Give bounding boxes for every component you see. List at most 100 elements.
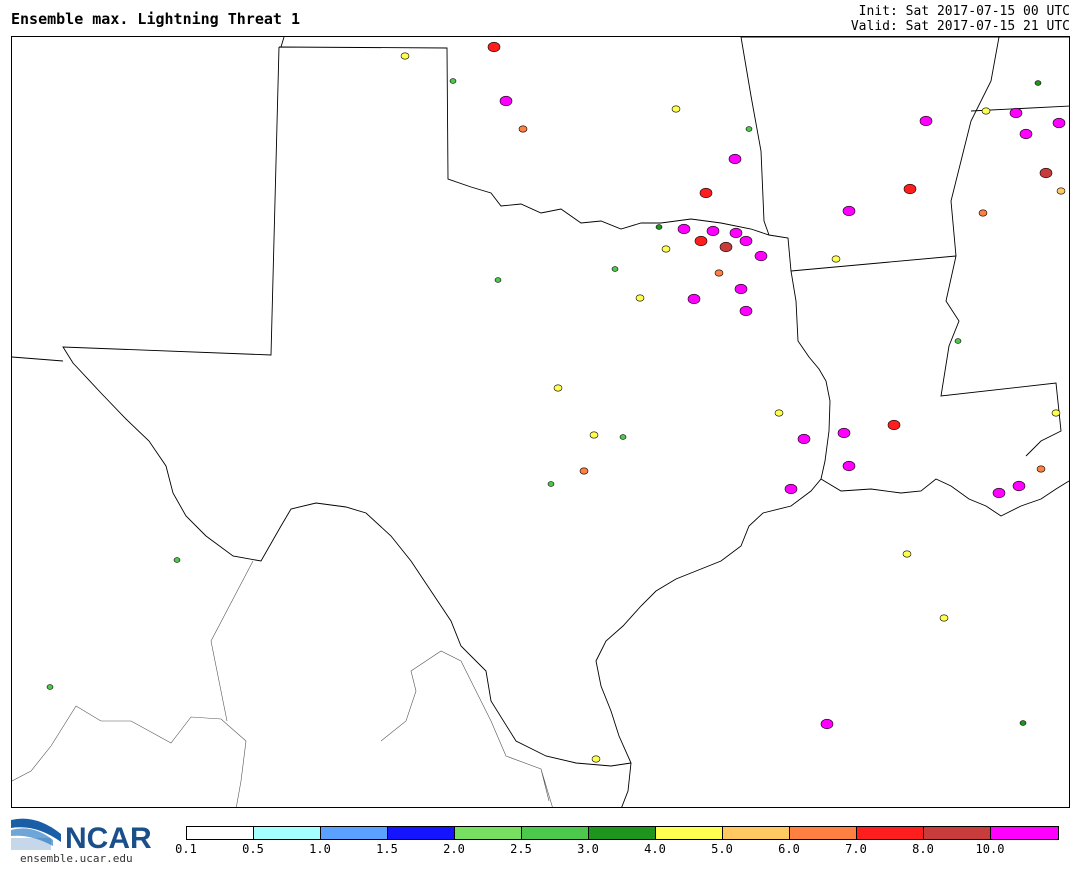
lightning-cell bbox=[981, 107, 991, 115]
lightning-cell bbox=[449, 78, 457, 84]
colorbar-tick-label: 7.0 bbox=[845, 842, 867, 856]
lightning-cell bbox=[655, 224, 663, 230]
logo-text: NCAR bbox=[65, 822, 152, 855]
map-svg bbox=[12, 37, 1069, 807]
colorbar-segment bbox=[388, 827, 455, 839]
lightning-cell bbox=[1034, 80, 1042, 86]
colorbar-segment bbox=[187, 827, 254, 839]
lightning-cell bbox=[837, 427, 851, 439]
ok-ar-boundary bbox=[740, 37, 770, 236]
logo-url: ensemble.ucar.edu bbox=[20, 852, 133, 865]
lightning-cell bbox=[611, 266, 619, 272]
colorbar-tick-label: 2.0 bbox=[443, 842, 465, 856]
colorbar-tick-label: 4.0 bbox=[644, 842, 666, 856]
ar-la-boundary bbox=[790, 255, 1062, 457]
lightning-cell bbox=[774, 409, 784, 417]
colorbar-tick-label: 0.1 bbox=[175, 842, 197, 856]
lightning-cell bbox=[992, 487, 1006, 499]
valid-time: Valid: Sat 2017-07-15 21 UTC bbox=[850, 19, 1070, 34]
lightning-cell bbox=[46, 684, 54, 690]
louisiana-coast bbox=[820, 478, 1069, 517]
lightning-cell bbox=[820, 718, 834, 730]
lightning-cell bbox=[706, 225, 720, 237]
lightning-cell bbox=[671, 105, 681, 113]
mexico-states bbox=[12, 560, 553, 807]
lightning-cell bbox=[677, 223, 691, 235]
colorbar-segment bbox=[790, 827, 857, 839]
lightning-cell bbox=[902, 550, 912, 558]
lightning-cell bbox=[842, 460, 856, 472]
colorbar-tick-label: 0.5 bbox=[242, 842, 264, 856]
lightning-cell bbox=[728, 153, 742, 165]
colorbar-tick-label: 10.0 bbox=[975, 842, 1005, 856]
state-boundaries bbox=[12, 37, 1069, 807]
colorbar-segment bbox=[522, 827, 589, 839]
lightning-cell bbox=[1009, 107, 1023, 119]
lightning-cell bbox=[745, 126, 753, 132]
lightning-cell bbox=[699, 187, 713, 199]
colorbar-segment bbox=[254, 827, 321, 839]
lightning-cell bbox=[687, 293, 701, 305]
colorbar-segment bbox=[321, 827, 388, 839]
lightning-cell bbox=[939, 614, 949, 622]
lightning-cell bbox=[661, 245, 671, 253]
lightning-cell bbox=[754, 250, 768, 262]
lightning-cell bbox=[1036, 465, 1046, 473]
map-title: Ensemble max. Lightning Threat 1 bbox=[11, 10, 300, 28]
colorbar-segment bbox=[857, 827, 924, 839]
lightning-cell bbox=[739, 235, 753, 247]
lightning-cell bbox=[729, 227, 743, 239]
lightning-cell bbox=[579, 467, 589, 475]
lightning-cell bbox=[487, 41, 501, 53]
colorbar-tick-label: 5.0 bbox=[711, 842, 733, 856]
lightning-cells bbox=[46, 41, 1066, 763]
colorbar-segment bbox=[455, 827, 522, 839]
lightning-cell bbox=[1019, 128, 1033, 140]
lightning-cell bbox=[978, 209, 988, 217]
colorbar-segment bbox=[924, 827, 991, 839]
lightning-cell bbox=[591, 755, 601, 763]
lightning-cell bbox=[919, 115, 933, 127]
lightning-cell bbox=[553, 384, 563, 392]
lightning-cell bbox=[1052, 117, 1066, 129]
map-panel bbox=[11, 36, 1070, 808]
lightning-cell bbox=[499, 95, 513, 107]
lightning-cell bbox=[1051, 409, 1061, 417]
colorbar-tick-label: 8.0 bbox=[912, 842, 934, 856]
lightning-cell bbox=[734, 283, 748, 295]
nm-boundary bbox=[12, 37, 285, 362]
ar-ms-boundary bbox=[950, 37, 1000, 257]
lightning-cell bbox=[954, 338, 962, 344]
lightning-cell bbox=[842, 205, 856, 217]
time-info: Init: Sat 2017-07-15 00 UTC Valid: Sat 2… bbox=[851, 4, 1070, 34]
colorbar-tick-label: 3.0 bbox=[577, 842, 599, 856]
colorbar-tick-label: 1.0 bbox=[309, 842, 331, 856]
lightning-cell bbox=[784, 483, 798, 495]
lightning-cell bbox=[1056, 187, 1066, 195]
colorbar-segment bbox=[589, 827, 656, 839]
lightning-cell bbox=[173, 557, 181, 563]
lightning-cell bbox=[694, 235, 708, 247]
lightning-cell bbox=[619, 434, 627, 440]
lightning-cell bbox=[1039, 167, 1053, 179]
colorbar-segment bbox=[656, 827, 723, 839]
lightning-cell bbox=[887, 419, 901, 431]
lightning-cell bbox=[400, 52, 410, 60]
colorbar-segment bbox=[991, 827, 1058, 839]
lightning-cell bbox=[547, 481, 555, 487]
lightning-cell bbox=[903, 183, 917, 195]
lightning-cell bbox=[739, 305, 753, 317]
lightning-cell bbox=[1019, 720, 1027, 726]
lightning-cell bbox=[494, 277, 502, 283]
colorbar-segment bbox=[723, 827, 790, 839]
lightning-cell bbox=[831, 255, 841, 263]
lightning-cell bbox=[1012, 480, 1026, 492]
lightning-cell bbox=[518, 125, 528, 133]
colorbar-tick-label: 2.5 bbox=[510, 842, 532, 856]
lightning-cell bbox=[589, 431, 599, 439]
colorbar-tick-label: 1.5 bbox=[376, 842, 398, 856]
lightning-cell bbox=[635, 294, 645, 302]
lightning-cell bbox=[797, 433, 811, 445]
init-time: Init: Sat 2017-07-15 00 UTC bbox=[858, 4, 1070, 19]
colorbar bbox=[186, 826, 1059, 840]
